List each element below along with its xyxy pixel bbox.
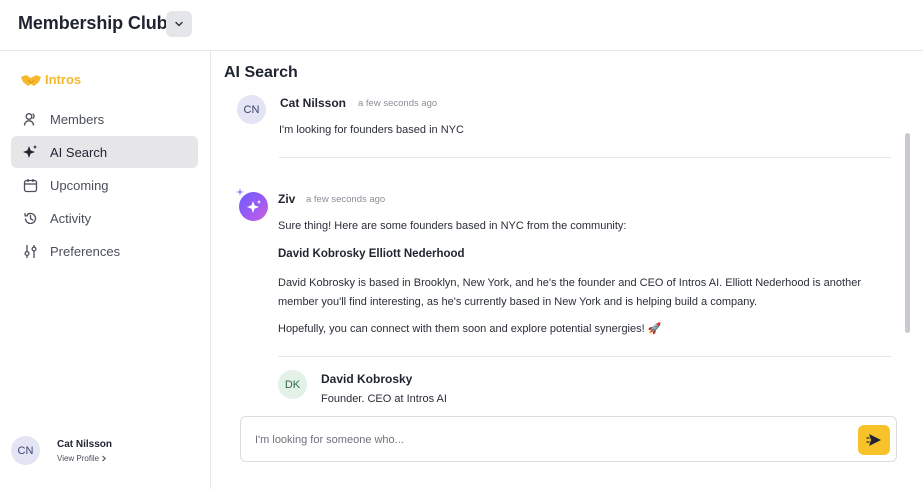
message-feed[interactable]: CN Cat Nilsson a few seconds ago I'm loo…	[211, 88, 923, 402]
current-user-card[interactable]: CN Cat Nilsson View Profile	[11, 436, 112, 465]
sidebar-item-label: Members	[50, 111, 105, 127]
brand-name: Intros	[45, 72, 82, 87]
message-composer	[240, 416, 897, 462]
avatar: CN	[237, 95, 266, 124]
brand-logo[interactable]: Intros	[20, 72, 81, 87]
avatar: CN	[11, 436, 40, 465]
profile-card-name[interactable]: David Kobrosky	[321, 372, 412, 386]
sidebar-item-upcoming[interactable]: Upcoming	[11, 169, 198, 201]
message-divider	[279, 157, 891, 158]
sidebar: Intros Members AI Search Upcoming Activi…	[0, 51, 211, 489]
message-timestamp: a few seconds ago	[306, 194, 386, 205]
chevron-down-icon	[175, 21, 183, 27]
chevron-right-icon	[102, 455, 107, 461]
sidebar-item-activity[interactable]: Activity	[11, 202, 198, 234]
members-icon	[22, 111, 38, 127]
sidebar-item-label: Activity	[50, 210, 92, 226]
user-name: Cat Nilsson	[57, 438, 113, 450]
sparkle-icon	[246, 199, 261, 213]
top-bar: Membership Club	[0, 0, 923, 51]
message-text: David Kobrosky is based in Brooklyn, New…	[278, 277, 861, 308]
handshake-icon	[21, 74, 41, 86]
message-timestamp: a few seconds ago	[358, 98, 438, 109]
message-text: I'm looking for founders based in NYC	[279, 124, 464, 136]
send-button[interactable]	[858, 425, 890, 455]
message-text: Hopefully, you can connect with them soo…	[278, 323, 662, 335]
sidebar-item-label: AI Search	[50, 144, 108, 160]
app-title: Membership Club	[18, 13, 168, 33]
view-profile-link[interactable]: View Profile	[57, 454, 112, 463]
sliders-icon	[22, 243, 38, 259]
message-heading: David Kobrosky Elliott Nederhood	[278, 248, 465, 260]
ziv-avatar	[239, 192, 268, 221]
club-switcher-button[interactable]	[166, 11, 192, 37]
message-sender: Cat Nilsson	[280, 96, 347, 110]
avatar: DK	[278, 370, 307, 399]
send-icon	[866, 434, 881, 446]
message-text: Sure thing! Here are some founders based…	[278, 220, 627, 232]
main-panel: AI Search CN Cat Nilsson a few seconds a…	[211, 51, 923, 489]
calendar-icon	[22, 177, 38, 193]
message-sender: Ziv	[278, 192, 296, 206]
scrollbar[interactable]	[905, 133, 910, 333]
sidebar-item-members[interactable]: Members	[11, 103, 198, 135]
search-input[interactable]	[255, 431, 835, 449]
sidebar-item-label: Upcoming	[50, 177, 109, 193]
profile-card-role: Founder, CEO at Intros AI	[321, 393, 447, 402]
sidebar-item-preferences[interactable]: Preferences	[11, 235, 198, 267]
sparkle-icon	[22, 144, 38, 160]
history-icon	[22, 210, 38, 226]
page-title: AI Search	[224, 64, 298, 81]
sidebar-item-label: Preferences	[50, 243, 121, 259]
message-divider	[278, 356, 891, 357]
sidebar-item-ai-search[interactable]: AI Search	[11, 136, 198, 168]
